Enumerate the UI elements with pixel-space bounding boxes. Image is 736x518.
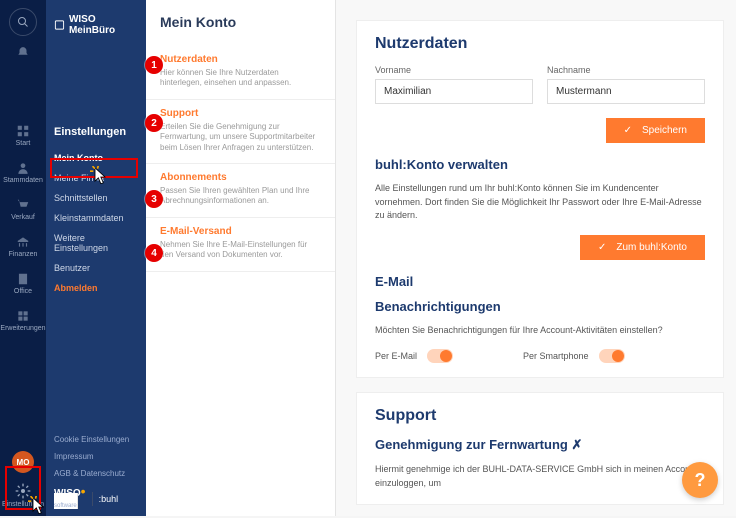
main-content: Nutzerdaten Vorname Nachname ✓Speichern … [336,0,736,516]
toggle-email[interactable] [427,349,453,363]
people-icon [16,161,30,175]
rail-stammdaten[interactable]: Stammdaten [3,161,43,184]
sidebar-item-benutzer[interactable]: Benutzer [46,258,146,278]
section-title: Nutzerdaten [375,35,705,53]
search-button[interactable] [9,8,37,36]
toggle-smartphone[interactable] [599,349,625,363]
rail-start[interactable]: Start [16,124,31,147]
section-desc: Alle Einstellungen rund um Ihr buhl:Kont… [375,182,705,223]
doc-icon [16,272,30,286]
rail-label: Einstellungen [2,501,44,508]
rail-settings[interactable]: Einstellungen [2,483,44,508]
brand: WISO MeinBüro [46,10,146,50]
subnav-support[interactable]: Support Erteilen Sie die Genehmigung zur… [146,100,335,164]
marker-1: 1 [145,56,163,74]
subnav-desc: Erteilen Sie die Genehmigung zur Fernwar… [160,122,321,153]
subnav-head: E-Mail-Versand [160,226,321,237]
bell-icon [16,46,30,60]
buhlkonto-button[interactable]: ✓Zum buhl:Konto [580,235,705,260]
help-fab[interactable]: ? [682,462,718,498]
sidebar-item-weitere[interactable]: Weitere Einstellungen [46,228,146,258]
search-icon [17,16,29,28]
section-title: buhl:Konto verwalten [375,157,705,172]
nav-rail: Start Stammdaten Verkauf Finanzen Office… [0,0,46,516]
marker-4: 4 [145,244,163,262]
sidebar-item-kleinstammdaten[interactable]: Kleinstammdaten [46,208,146,228]
subnav-desc: Hier können Sie Ihre Nutzerdaten hinterl… [160,68,321,89]
sidebar-item-abmelden[interactable]: Abmelden [46,278,146,298]
section-title: Benachrichtigungen [375,299,705,314]
vorname-input[interactable] [375,79,533,104]
subnav-nutzerdaten[interactable]: Nutzerdaten Hier können Sie Ihre Nutzerd… [146,46,335,100]
subnav-head: Abonnements [160,172,321,183]
rail-label: Verkauf [11,214,35,221]
nachname-input[interactable] [547,79,705,104]
sidebar-item-schnittstellen[interactable]: Schnittstellen [46,188,146,208]
footer-logos: WISO•software :buhl [46,482,146,516]
rail-label: Stammdaten [3,177,43,184]
gear-icon [15,483,31,499]
section-desc: Möchten Sie Benachrichtigungen für Ihre … [375,324,705,338]
sidebar-title: Einstellungen [46,120,146,148]
card-support: Support Genehmigung zur Fernwartung ✗ Hi… [356,392,724,505]
rail-finanzen[interactable]: Finanzen [9,235,38,258]
toggle-label: Per E-Mail [375,351,417,361]
toggle-label: Per Smartphone [523,351,589,361]
rail-office[interactable]: Office [14,272,32,295]
subnav-desc: Nehmen Sie Ihre E-Mail-Einstellungen für… [160,240,321,261]
cart-icon [16,198,30,212]
rail-label: Finanzen [9,251,38,258]
section-title: E-Mail [375,274,705,289]
footer-agb[interactable]: AGB & Datenschutz [46,465,146,482]
brand-icon [54,19,65,31]
avatar[interactable]: MO [12,451,34,473]
save-button[interactable]: ✓Speichern [606,118,705,143]
rail-erweiterungen[interactable]: Erweiterungen [0,309,45,332]
nachname-label: Nachname [547,65,705,75]
marker-3: 3 [145,190,163,208]
subnav-abonnements[interactable]: Abonnements Passen Sie Ihren gewählten P… [146,164,335,218]
subnav: Mein Konto Nutzerdaten Hier können Sie I… [146,0,336,516]
subnav-email[interactable]: E-Mail-Versand Nehmen Sie Ihre E-Mail-Ei… [146,218,335,272]
puzzle-icon [16,309,30,323]
section-title: Support [375,407,705,425]
section-subtitle: Genehmigung zur Fernwartung ✗ [375,437,705,453]
rail-label: Start [16,140,31,147]
check-icon: ✓ [624,125,632,136]
footer-impressum[interactable]: Impressum [46,448,146,465]
subnav-head: Nutzerdaten [160,54,321,65]
sidebar-item-meinefirma[interactable]: Meine Firma [46,168,146,188]
sidebar-item-meinkonto[interactable]: Mein Konto [46,148,146,168]
subnav-head: Support [160,108,321,119]
footer-cookie[interactable]: Cookie Einstellungen [46,431,146,448]
vorname-label: Vorname [375,65,533,75]
marker-2: 2 [145,114,163,132]
section-desc: Hiermit genehmige ich der BUHL-DATA-SERV… [375,463,705,490]
rail-verkauf[interactable]: Verkauf [11,198,35,221]
subnav-title: Mein Konto [146,10,335,46]
rail-bell[interactable] [16,46,30,60]
rail-label: Office [14,288,32,295]
check-icon: ✓ [598,242,606,253]
rail-label: Erweiterungen [0,325,45,332]
sidebar: WISO MeinBüro Einstellungen Mein Konto M… [46,0,146,516]
bank-icon [16,235,30,249]
card-nutzerdaten: Nutzerdaten Vorname Nachname ✓Speichern … [356,20,724,378]
subnav-desc: Passen Sie Ihren gewählten Plan und Ihre… [160,186,321,207]
grid-icon [16,124,30,138]
